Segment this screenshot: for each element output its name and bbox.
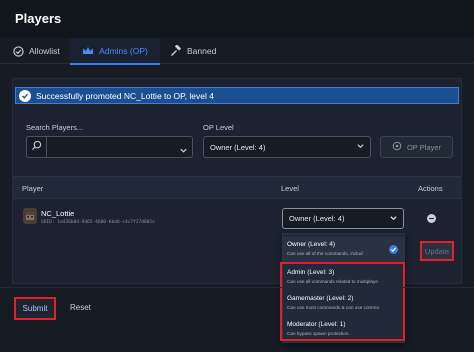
option-description: Can use all of the commands, includ (287, 251, 363, 256)
op-player-icon (392, 141, 402, 153)
column-level: Level (281, 184, 299, 193)
check-icon (389, 245, 398, 254)
tab-label: Admins (OP) (99, 46, 148, 56)
search-label: Search Players... (26, 123, 84, 132)
crown-icon (82, 45, 94, 57)
chevron-down-icon (356, 142, 365, 153)
tab-admins-op[interactable]: Admins (OP) (70, 38, 160, 65)
op-player-button[interactable]: OP Player (380, 136, 453, 158)
search-button[interactable] (27, 137, 47, 157)
header-bar: Players (0, 0, 474, 38)
dropdown-option-owner[interactable]: Owner (Level: 4) Can use all of the comm… (283, 237, 404, 263)
table-header: Player Level Actions (13, 176, 461, 199)
column-actions: Actions (418, 184, 443, 193)
op-level-select[interactable]: Owner (Level: 4) (203, 136, 371, 158)
avatar (23, 208, 37, 224)
tab-label: Allowlist (29, 46, 60, 56)
search-input[interactable] (48, 137, 178, 157)
search-icon (31, 138, 42, 156)
submit-button[interactable]: Submit (14, 297, 56, 320)
tab-allowlist[interactable]: Allowlist (12, 38, 60, 64)
player-uuid: UUID: 1e436b0d-9465-4680-bbdd-c4c7f27d80… (41, 220, 155, 225)
page-title: Players (15, 11, 62, 26)
check-circle-icon (12, 45, 24, 57)
op-level-label: OP Level (203, 123, 234, 132)
tab-bar: Allowlist Admins (OP) Banned (0, 38, 474, 65)
reset-button[interactable]: Reset (70, 303, 91, 312)
tab-banned[interactable]: Banned (170, 38, 216, 64)
footer-divider (0, 287, 474, 288)
chevron-down-icon[interactable] (179, 142, 188, 160)
column-player: Player (22, 184, 44, 193)
player-level-select[interactable]: Owner (Level: 4) (282, 208, 404, 229)
player-name: NC_Lottie (41, 209, 75, 218)
update-button[interactable]: Update (420, 241, 454, 261)
success-alert: Successfully promoted NC_Lottie to OP, l… (15, 87, 459, 104)
chevron-down-icon (389, 213, 398, 224)
op-level-value: Owner (Level: 4) (210, 142, 266, 152)
op-player-label: OP Player (406, 142, 442, 152)
player-level-value: Owner (Level: 4) (289, 214, 345, 223)
alert-text: Successfully promoted NC_Lottie to OP, l… (36, 90, 214, 101)
hammer-icon (170, 45, 182, 57)
highlight-box (280, 262, 405, 341)
search-field (26, 136, 193, 158)
tab-label: Banned (187, 46, 217, 56)
check-icon (19, 89, 31, 102)
option-title: Owner (Level: 4) (287, 241, 336, 248)
remove-player-button[interactable] (427, 214, 436, 223)
